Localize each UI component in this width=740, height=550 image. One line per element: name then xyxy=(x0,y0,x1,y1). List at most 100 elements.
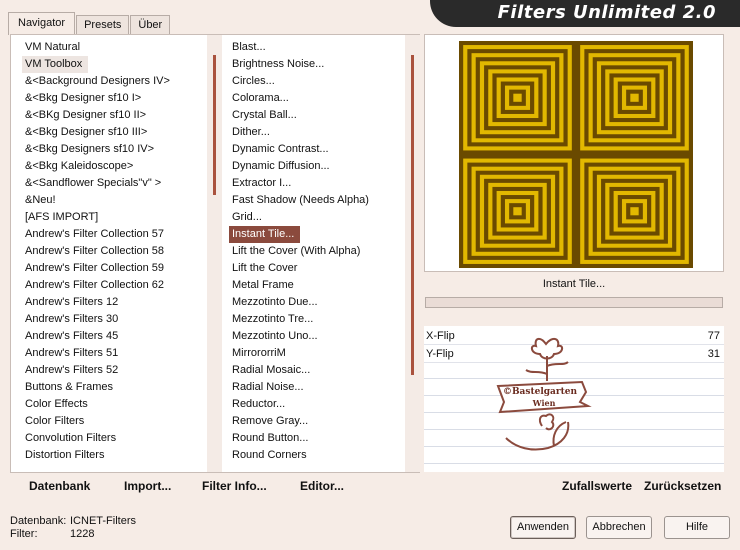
category-item-label: Andrew's Filters 52 xyxy=(25,364,119,376)
apply-button[interactable]: Anwenden xyxy=(510,516,576,539)
category-list[interactable]: VM Natural VM Toolbox &<Background Designe… xyxy=(22,39,212,464)
tab-navigator[interactable]: Navigator xyxy=(8,12,76,35)
param-label: Y-Flip xyxy=(426,348,454,360)
category-item[interactable]: [AFS IMPORT] xyxy=(22,209,212,226)
category-item[interactable]: Color Effects xyxy=(22,396,212,413)
filter-item[interactable]: Metal Frame xyxy=(229,277,419,294)
filter-item[interactable]: Lift the Cover (With Alpha) xyxy=(229,243,419,260)
category-item-label: Andrew's Filters 12 xyxy=(25,296,119,308)
category-item[interactable]: Andrew's Filters 51 xyxy=(22,345,212,362)
filter-item-label: Instant Tile... xyxy=(229,226,301,243)
category-item-label: Color Effects xyxy=(25,398,88,410)
category-item[interactable]: Andrew's Filters 52 xyxy=(22,362,212,379)
category-item[interactable]: Andrew's Filter Collection 57 xyxy=(22,226,212,243)
app-title: Filters Unlimited 2.0 xyxy=(497,2,716,23)
category-item[interactable]: Distortion Filters xyxy=(22,447,212,464)
filter-item[interactable]: Colorama... xyxy=(229,90,419,107)
category-item[interactable]: Andrew's Filters 12 xyxy=(22,294,212,311)
category-item-label: VM Toolbox xyxy=(22,56,89,73)
category-item-label: &<BKg Designer sf10 II> xyxy=(25,109,147,121)
category-item[interactable]: Convolution Filters xyxy=(22,430,212,447)
category-item[interactable]: VM Toolbox xyxy=(22,56,212,73)
category-item-label: &<Bkg Designers sf10 IV> xyxy=(25,143,155,155)
category-item[interactable]: VM Natural xyxy=(22,39,212,56)
category-item-label: &<Bkg Designer sf10 III> xyxy=(25,126,148,138)
filter-item[interactable]: Round Corners xyxy=(229,447,419,464)
category-item[interactable]: Buttons & Frames xyxy=(22,379,212,396)
category-item-label: [AFS IMPORT] xyxy=(25,211,99,223)
category-item-label: &<Sandflower Specials"v" > xyxy=(25,177,162,189)
filter-item[interactable]: MirrororriM xyxy=(229,345,419,362)
preview-image[interactable] xyxy=(459,41,693,268)
category-item[interactable]: Color Filters xyxy=(22,413,212,430)
filter-item[interactable]: Dynamic Diffusion... xyxy=(229,158,419,175)
filter-item-label: Lift the Cover (With Alpha) xyxy=(232,245,361,257)
filter-item[interactable]: Remove Gray... xyxy=(229,413,419,430)
param-value: 77 xyxy=(707,330,720,342)
filter-item[interactable]: Radial Mosaic... xyxy=(229,362,419,379)
category-item[interactable]: &<BKg Designer sf10 II> xyxy=(22,107,212,124)
filter-item[interactable]: Blast... xyxy=(229,39,419,56)
category-item[interactable]: &<Background Designers IV> xyxy=(22,73,212,90)
filter-item-label: Extractor I... xyxy=(232,177,292,189)
category-item[interactable]: &<Sandflower Specials"v" > xyxy=(22,175,212,192)
category-scrollbar[interactable] xyxy=(207,35,222,472)
category-item-label: Andrew's Filter Collection 58 xyxy=(25,245,165,257)
filter-item[interactable]: Instant Tile... xyxy=(229,226,419,243)
category-scroll-thumb[interactable] xyxy=(213,55,216,195)
filter-item-label: Lift the Cover xyxy=(232,262,298,274)
filter-item[interactable]: Radial Noise... xyxy=(229,379,419,396)
category-item[interactable]: &Neu! xyxy=(22,192,212,209)
filter-item-label: Dynamic Diffusion... xyxy=(232,160,330,172)
filter-item[interactable]: Round Button... xyxy=(229,430,419,447)
filter-item-label: Blast... xyxy=(232,41,266,53)
category-item[interactable]: &<Bkg Designer sf10 III> xyxy=(22,124,212,141)
filter-item-label: Grid... xyxy=(232,211,262,223)
tile-ring xyxy=(513,93,522,102)
filter-item[interactable]: Mezzotinto Due... xyxy=(229,294,419,311)
filter-item-label: Remove Gray... xyxy=(232,415,309,427)
database-link[interactable]: Datenbank xyxy=(29,479,90,493)
tile-ring xyxy=(630,93,639,102)
filter-scroll-thumb[interactable] xyxy=(411,55,414,375)
category-item[interactable]: &<Bkg Designer sf10 I> xyxy=(22,90,212,107)
filter-item[interactable]: Dynamic Contrast... xyxy=(229,141,419,158)
editor-link[interactable]: Editor... xyxy=(300,479,344,493)
random-values-link[interactable]: Zufallswerte xyxy=(562,479,632,493)
help-button[interactable]: Hilfe xyxy=(664,516,730,539)
watermark-line1: ©Bastelgarten xyxy=(503,387,578,397)
filter-item[interactable]: Reductor... xyxy=(229,396,419,413)
category-item[interactable]: Andrew's Filters 45 xyxy=(22,328,212,345)
category-item-label: Andrew's Filters 30 xyxy=(25,313,119,325)
tab-about[interactable]: Über xyxy=(130,15,171,35)
filter-item[interactable]: Brightness Noise... xyxy=(229,56,419,73)
filter-scrollbar[interactable] xyxy=(405,35,420,472)
filter-item[interactable]: Circles... xyxy=(229,73,419,90)
category-item-label: VM Natural xyxy=(25,41,81,53)
category-item[interactable]: Andrew's Filter Collection 59 xyxy=(22,260,212,277)
filter-item[interactable]: Lift the Cover xyxy=(229,260,419,277)
import-link[interactable]: Import... xyxy=(124,479,171,493)
category-item[interactable]: &<Bkg Kaleidoscope> xyxy=(22,158,212,175)
filter-item[interactable]: Crystal Ball... xyxy=(229,107,419,124)
tab-presets[interactable]: Presets xyxy=(76,15,130,35)
category-item[interactable]: Andrew's Filter Collection 62 xyxy=(22,277,212,294)
category-item[interactable]: Andrew's Filter Collection 58 xyxy=(22,243,212,260)
filter-item[interactable]: Fast Shadow (Needs Alpha) xyxy=(229,192,419,209)
status-db-value: ICNET-Filters xyxy=(70,515,136,527)
filter-item[interactable]: Grid... xyxy=(229,209,419,226)
filter-item[interactable]: Mezzotinto Tre... xyxy=(229,311,419,328)
filter-item[interactable]: Mezzotinto Uno... xyxy=(229,328,419,345)
filter-info-link[interactable]: Filter Info... xyxy=(202,479,267,493)
cancel-button[interactable]: Abbrechen xyxy=(586,516,652,539)
category-item-label: &<Background Designers IV> xyxy=(25,75,170,87)
preview-frame xyxy=(424,34,724,272)
reset-link[interactable]: Zurücksetzen xyxy=(644,479,721,493)
category-item[interactable]: &<Bkg Designers sf10 IV> xyxy=(22,141,212,158)
filter-item-label: Crystal Ball... xyxy=(232,109,297,121)
watermark-line2: Wien xyxy=(532,398,556,408)
filter-list[interactable]: Blast... Brightness Noise... Circles... Col… xyxy=(229,39,419,464)
category-item[interactable]: Andrew's Filters 30 xyxy=(22,311,212,328)
filter-item[interactable]: Extractor I... xyxy=(229,175,419,192)
filter-item[interactable]: Dither... xyxy=(229,124,419,141)
